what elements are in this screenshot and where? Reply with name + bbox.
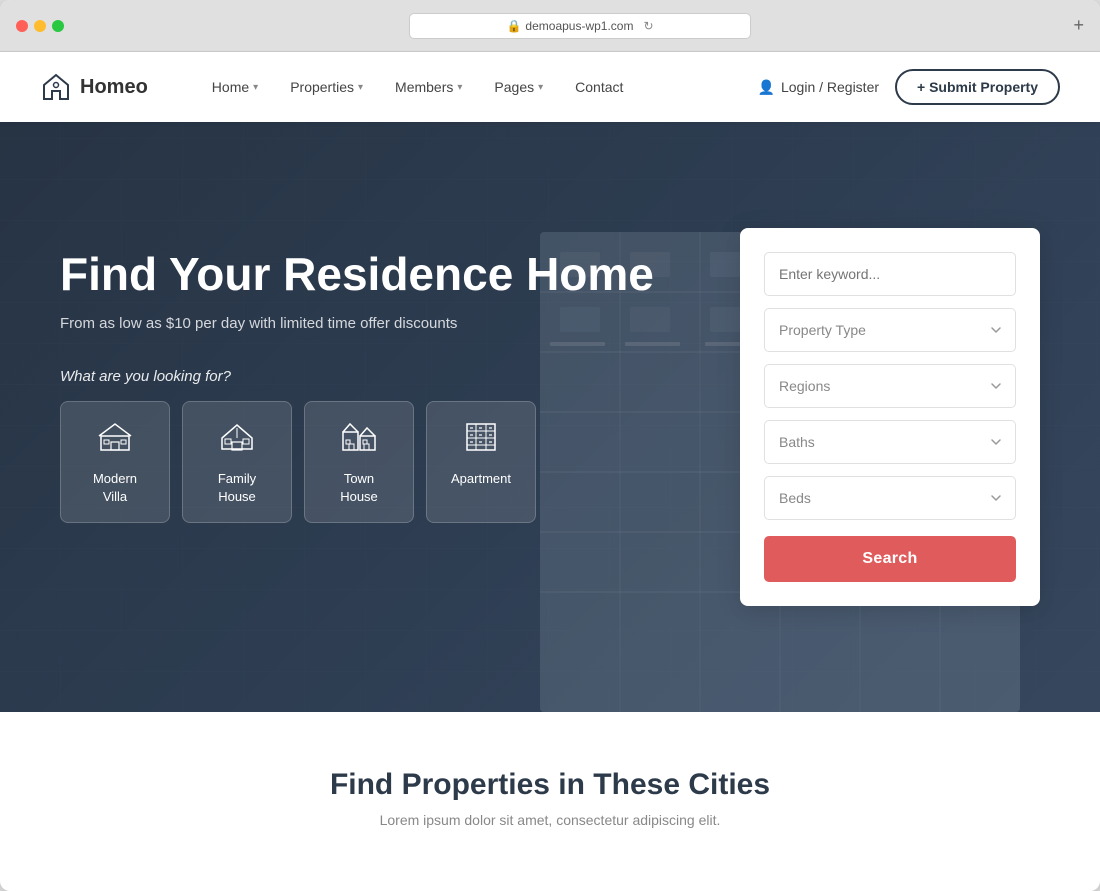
nav-properties-label: Properties	[290, 79, 354, 95]
site-wrapper: Homeo Home ▾ Properties ▾ Members ▾ Page…	[0, 52, 1100, 868]
town-house-icon	[325, 418, 393, 462]
baths-select[interactable]: Baths 1 2 3 4+	[764, 420, 1016, 464]
cities-title: Find Properties in These Cities	[40, 768, 1060, 802]
nav-members[interactable]: Members ▾	[381, 71, 476, 103]
nav-home-label: Home	[212, 79, 249, 95]
lock-icon: 🔒	[506, 19, 521, 33]
search-panel: Property Type House Apartment Villa Town…	[740, 228, 1040, 606]
property-type-apartment[interactable]: Apartment	[426, 401, 536, 523]
browser-dots	[16, 20, 64, 32]
nav-pages-label: Pages	[494, 79, 534, 95]
regions-select[interactable]: Regions North South East West	[764, 364, 1016, 408]
nav-links: Home ▾ Properties ▾ Members ▾ Pages ▾ Co…	[198, 71, 728, 103]
hero-text: Find Your Residence Home From as low as …	[60, 228, 700, 523]
logo[interactable]: Homeo	[40, 71, 148, 103]
logo-icon	[40, 71, 72, 103]
hero-content: Find Your Residence Home From as low as …	[0, 228, 1100, 606]
modern-villa-label: Modern Villa	[93, 471, 137, 504]
property-type-family-house[interactable]: Family House	[182, 401, 292, 523]
reload-icon: ↻	[643, 19, 653, 33]
cities-section: Find Properties in These Cities Lorem ip…	[0, 712, 1100, 868]
chevron-down-icon: ▾	[253, 82, 258, 93]
property-type-modern-villa[interactable]: Modern Villa	[60, 401, 170, 523]
browser-window: 🔒 demoapus-wp1.com ↻ + Homeo Home ▾	[0, 0, 1100, 891]
family-house-icon	[203, 418, 271, 462]
close-dot[interactable]	[16, 20, 28, 32]
hero-subtitle: From as low as $10 per day with limited …	[60, 315, 700, 332]
nav-pages[interactable]: Pages ▾	[480, 71, 557, 103]
navbar: Homeo Home ▾ Properties ▾ Members ▾ Page…	[0, 52, 1100, 122]
new-tab-button[interactable]: +	[1074, 15, 1085, 36]
nav-contact[interactable]: Contact	[561, 71, 637, 103]
nav-properties[interactable]: Properties ▾	[276, 71, 377, 103]
beds-select[interactable]: Beds 1 2 3 4 5+	[764, 476, 1016, 520]
login-label: Login / Register	[781, 79, 879, 95]
hero-title: Find Your Residence Home	[60, 248, 700, 301]
user-icon: 👤	[758, 79, 775, 96]
login-register-link[interactable]: 👤 Login / Register	[758, 79, 880, 96]
town-house-label: Town House	[340, 471, 378, 504]
apartment-icon	[447, 418, 515, 462]
logo-text: Homeo	[80, 76, 148, 99]
chevron-down-icon: ▾	[358, 82, 363, 93]
chevron-down-icon: ▾	[538, 82, 543, 93]
nav-home[interactable]: Home ▾	[198, 71, 272, 103]
maximize-dot[interactable]	[52, 20, 64, 32]
nav-contact-label: Contact	[575, 79, 623, 95]
browser-chrome: 🔒 demoapus-wp1.com ↻ +	[0, 0, 1100, 52]
apartment-label: Apartment	[451, 471, 511, 486]
url-text: demoapus-wp1.com	[525, 19, 633, 33]
chevron-down-icon: ▾	[457, 82, 462, 93]
property-types-grid: Modern Villa	[60, 401, 700, 523]
search-button[interactable]: Search	[764, 536, 1016, 582]
keyword-input[interactable]	[764, 252, 1016, 296]
nav-right: 👤 Login / Register + Submit Property	[758, 69, 1060, 105]
hero-section: Find Your Residence Home From as low as …	[0, 122, 1100, 712]
address-bar[interactable]: 🔒 demoapus-wp1.com ↻	[409, 13, 752, 39]
family-house-label: Family House	[218, 471, 256, 504]
cities-subtitle: Lorem ipsum dolor sit amet, consectetur …	[40, 812, 1060, 828]
minimize-dot[interactable]	[34, 20, 46, 32]
property-type-town-house[interactable]: Town House	[304, 401, 414, 523]
modern-villa-icon	[81, 418, 149, 462]
nav-members-label: Members	[395, 79, 453, 95]
what-looking-label: What are you looking for?	[60, 368, 700, 385]
address-spacer: +	[763, 15, 1084, 36]
submit-property-button[interactable]: + Submit Property	[895, 69, 1060, 105]
property-type-select[interactable]: Property Type House Apartment Villa Town…	[764, 308, 1016, 352]
